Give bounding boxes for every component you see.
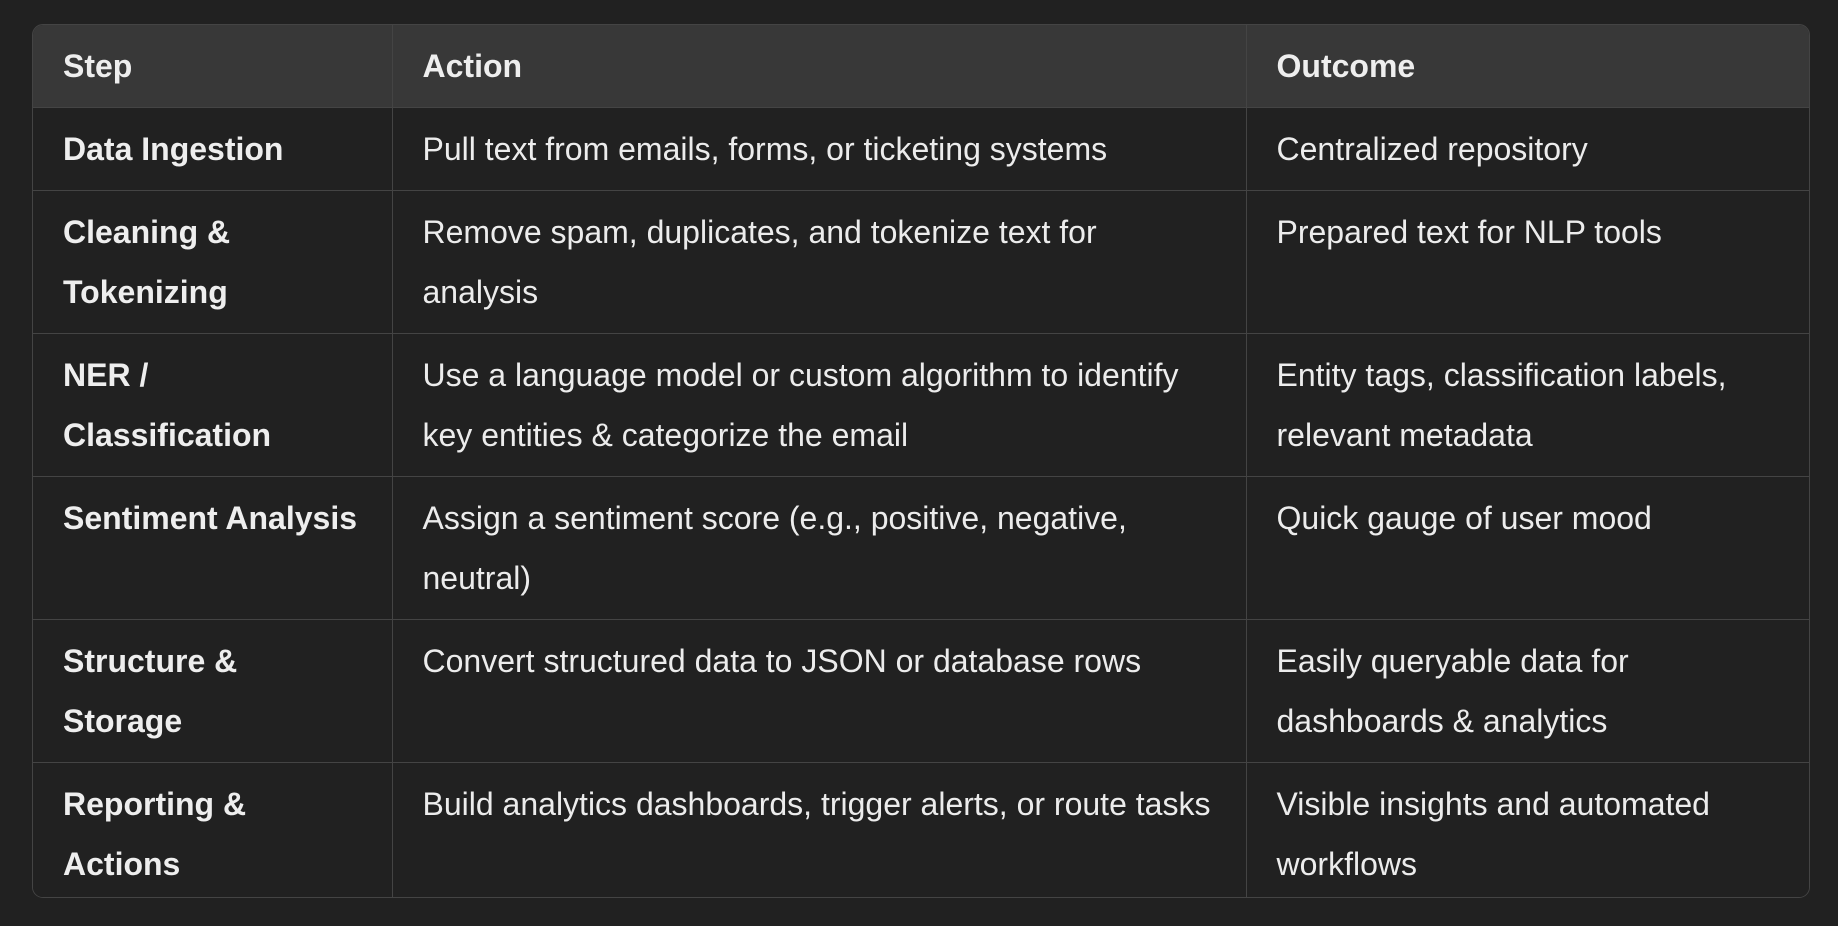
step-cell: Reporting & Actions (33, 762, 393, 897)
action-cell: Build analytics dashboards, trigger aler… (392, 762, 1247, 897)
table-row: NER / Classification Use a language mode… (33, 333, 1809, 477)
header-row: Step Action Outcome (33, 25, 1809, 108)
table-row: Sentiment Analysis Assign a sentiment sc… (33, 476, 1809, 620)
pipeline-table: Step Action Outcome Data Ingestion Pull … (33, 25, 1809, 897)
outcome-cell: Entity tags, classification labels, rele… (1246, 333, 1809, 477)
action-cell: Pull text from emails, forms, or ticketi… (392, 107, 1247, 191)
action-cell: Convert structured data to JSON or datab… (392, 619, 1247, 763)
header-step: Step (33, 25, 393, 108)
table-header: Step Action Outcome (33, 25, 1809, 108)
action-cell: Remove spam, duplicates, and tokenize te… (392, 190, 1247, 334)
pipeline-table-container: Step Action Outcome Data Ingestion Pull … (32, 24, 1810, 898)
outcome-cell: Centralized repository (1246, 107, 1809, 191)
action-cell: Use a language model or custom algorithm… (392, 333, 1247, 477)
step-cell: Cleaning & Tokenizing (33, 190, 393, 334)
table-row: Structure & Storage Convert structured d… (33, 619, 1809, 763)
step-cell: NER / Classification (33, 333, 393, 477)
outcome-cell: Easily queryable data for dashboards & a… (1246, 619, 1809, 763)
header-outcome: Outcome (1246, 25, 1809, 108)
table-row: Cleaning & Tokenizing Remove spam, dupli… (33, 190, 1809, 334)
step-cell: Sentiment Analysis (33, 476, 393, 620)
outcome-cell: Prepared text for NLP tools (1246, 190, 1809, 334)
header-action: Action (392, 25, 1247, 108)
action-cell: Assign a sentiment score (e.g., positive… (392, 476, 1247, 620)
table-row: Reporting & Actions Build analytics dash… (33, 762, 1809, 897)
step-cell: Data Ingestion (33, 107, 393, 191)
table-row: Data Ingestion Pull text from emails, fo… (33, 107, 1809, 191)
outcome-cell: Quick gauge of user mood (1246, 476, 1809, 620)
step-cell: Structure & Storage (33, 619, 393, 763)
outcome-cell: Visible insights and automated workflows (1276, 786, 1710, 882)
table-body: Data Ingestion Pull text from emails, fo… (33, 107, 1809, 897)
